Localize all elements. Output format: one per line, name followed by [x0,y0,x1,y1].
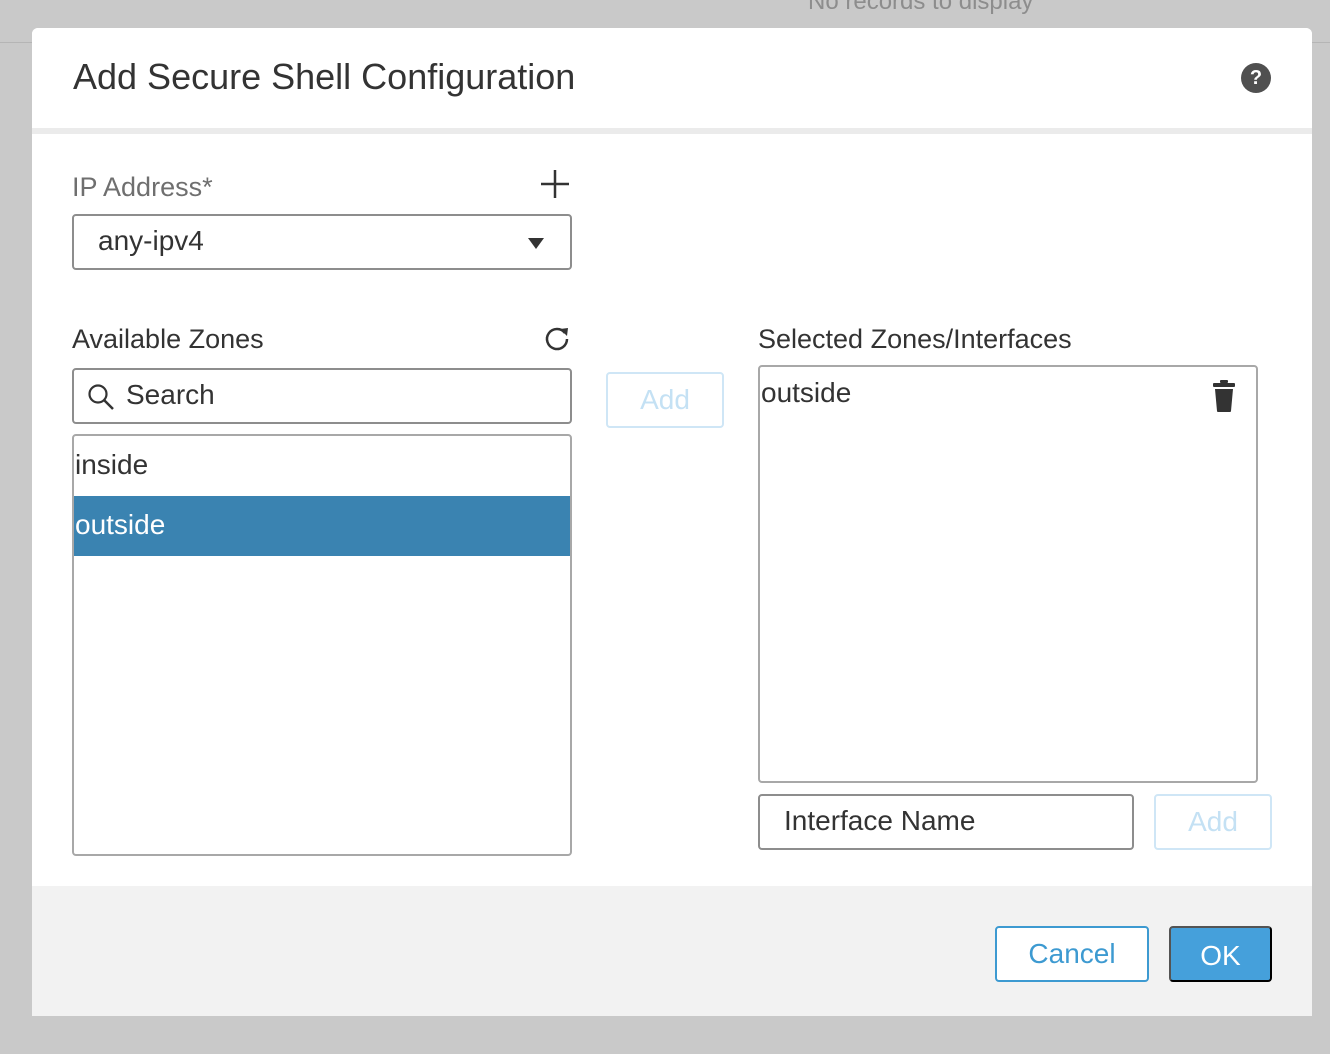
cancel-button[interactable]: Cancel [995,926,1149,982]
search-placeholder: Search [126,379,215,410]
selected-zones-label: Selected Zones/Interfaces [758,324,1072,354]
trash-icon[interactable] [1212,379,1236,413]
add-zone-button[interactable]: Add [606,372,724,428]
search-icon [88,384,114,410]
dialog-footer: Cancel OK [32,886,1312,1016]
header-divider [32,128,1312,134]
list-item-outside[interactable]: outside [74,496,570,556]
dialog-title: Add Secure Shell Configuration [73,56,576,97]
plus-icon[interactable] [539,168,571,200]
help-icon[interactable]: ? [1241,63,1271,93]
selected-zones-list: outside [758,365,1258,783]
list-item-inside[interactable]: inside [74,436,570,496]
chevron-down-icon [528,238,544,249]
background-empty-text: No records to display [808,0,1034,15]
add-ssh-config-dialog: Add Secure Shell Configuration ? IP Addr… [32,28,1312,1016]
zone-search-input[interactable]: Search [72,368,572,424]
interface-name-input[interactable]: Interface Name [758,794,1134,850]
refresh-icon[interactable] [543,325,571,353]
ip-address-value: any-ipv4 [98,225,204,256]
selected-zone-item: outside [761,377,852,408]
available-zones-list: inside outside [72,434,572,856]
available-zones-label: Available Zones [72,324,264,354]
ok-button[interactable]: OK [1169,926,1272,982]
add-interface-button[interactable]: Add [1154,794,1272,850]
interface-name-placeholder: Interface Name [784,805,976,836]
ip-address-select[interactable]: any-ipv4 [72,214,572,270]
dialog-header: Add Secure Shell Configuration ? [32,28,1312,128]
ip-address-label: IP Address* [72,172,213,202]
